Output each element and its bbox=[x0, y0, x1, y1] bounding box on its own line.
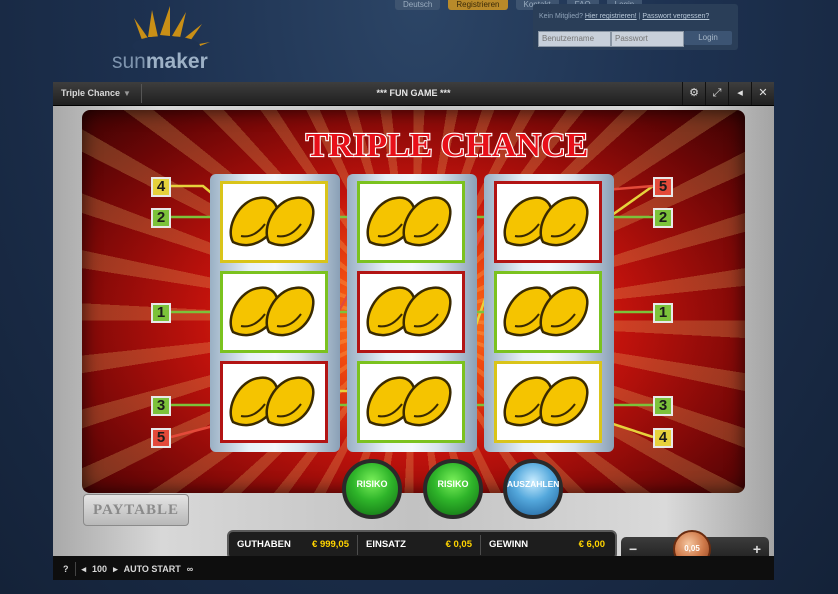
lemon-icon bbox=[366, 286, 452, 337]
help-button[interactable]: ? bbox=[63, 564, 69, 574]
footer-divider bbox=[74, 562, 76, 576]
game-window-header: Triple Chance ▼ *** FUN GAME *** ⚙ ⤢ ◂ ✕ bbox=[53, 82, 774, 106]
infinity-icon[interactable]: ∞ bbox=[187, 564, 193, 574]
window-controls: ⚙ ⤢ ◂ ✕ bbox=[682, 82, 774, 105]
username-field[interactable] bbox=[538, 31, 611, 47]
line-badge-right-4: 3 bbox=[653, 396, 673, 416]
reel-2-cell-3 bbox=[357, 361, 465, 443]
lemon-icon bbox=[366, 376, 452, 427]
password-field[interactable] bbox=[611, 31, 684, 47]
line-badge-right-1: 5 bbox=[653, 177, 673, 197]
autostart-increase-icon[interactable]: ▸ bbox=[113, 564, 118, 575]
stake-minus-button[interactable]: − bbox=[629, 541, 637, 557]
reel-2-cell-2 bbox=[357, 271, 465, 353]
risiko-button-2[interactable]: RISIKO bbox=[423, 459, 483, 519]
login-hint: Kein Mitglied? Hier registrieren! | Pass… bbox=[539, 13, 710, 20]
lemon-icon bbox=[503, 376, 589, 427]
autostart-count: 100 bbox=[92, 564, 108, 574]
reels-area bbox=[210, 174, 628, 452]
lemon-icon bbox=[366, 196, 452, 247]
autostart-controls: ? ◂ 100 ▸ AUTO START ∞ bbox=[63, 562, 193, 576]
reel-3-cell-2 bbox=[494, 271, 602, 353]
lemon-icon bbox=[229, 286, 315, 337]
line-badge-left-1: 4 bbox=[151, 177, 171, 197]
line-badge-right-3: 1 bbox=[653, 303, 673, 323]
register-button[interactable]: Registrieren bbox=[448, 0, 508, 10]
game-footer: ? ◂ 100 ▸ AUTO START ∞ bbox=[53, 556, 774, 580]
sound-icon[interactable]: ◂ bbox=[728, 82, 751, 105]
line-badge-right-5: 4 bbox=[653, 428, 673, 448]
line-badge-left-2: 2 bbox=[151, 208, 171, 228]
register-link[interactable]: Hier registrieren! bbox=[585, 13, 637, 20]
gear-icon[interactable]: ⚙ bbox=[682, 82, 705, 105]
paytable-button[interactable]: PAYTABLE bbox=[83, 494, 189, 526]
lemon-icon bbox=[503, 286, 589, 337]
auszahlen-button[interactable]: AUSZAHLEN bbox=[503, 459, 563, 519]
gewinn-display: GEWINN € 6,00 bbox=[489, 539, 605, 550]
language-select[interactable]: Deutsch bbox=[395, 0, 441, 10]
logo-wordmark[interactable]: sunmaker bbox=[112, 50, 208, 74]
reel-1-cell-3 bbox=[220, 361, 328, 443]
autostart-decrease-icon[interactable]: ◂ bbox=[82, 564, 87, 575]
line-badge-left-5: 5 bbox=[151, 428, 171, 448]
forgot-password-link[interactable]: Passwort vergessen? bbox=[642, 13, 709, 20]
risiko-button-1[interactable]: RISIKO bbox=[342, 459, 402, 519]
fullscreen-icon[interactable]: ⤢ bbox=[705, 82, 728, 105]
stake-plus-button[interactable]: + bbox=[753, 541, 761, 557]
line-badge-left-4: 3 bbox=[151, 396, 171, 416]
login-button[interactable]: Login bbox=[684, 31, 732, 45]
game-window: Triple Chance ▼ *** FUN GAME *** ⚙ ⤢ ◂ ✕ … bbox=[53, 82, 774, 580]
reel-1-cell-2 bbox=[220, 271, 328, 353]
line-badge-left-3: 1 bbox=[151, 303, 171, 323]
reel-2-cell-1 bbox=[357, 181, 465, 263]
reel-3-cell-1 bbox=[494, 181, 602, 263]
reel-1-cell-1 bbox=[220, 181, 328, 263]
lemon-icon bbox=[229, 196, 315, 247]
einsatz-display: EINSATZ € 0,05 bbox=[366, 539, 472, 550]
reel-3-cell-3 bbox=[494, 361, 602, 443]
game-body: TRIPLE CHANCE 4 2 1 3 5 5 2 1 3 4 PAYTAB… bbox=[53, 106, 774, 568]
mode-title: *** FUN GAME *** bbox=[376, 88, 451, 98]
close-icon[interactable]: ✕ bbox=[751, 82, 774, 105]
lemon-icon bbox=[503, 196, 589, 247]
lemon-icon bbox=[229, 376, 315, 427]
line-badge-right-2: 2 bbox=[653, 208, 673, 228]
guthaben-display: GUTHABEN € 999,05 bbox=[237, 539, 349, 550]
login-box: Kein Mitglied? Hier registrieren! | Pass… bbox=[533, 4, 738, 50]
autostart-button[interactable]: AUTO START bbox=[124, 564, 181, 574]
